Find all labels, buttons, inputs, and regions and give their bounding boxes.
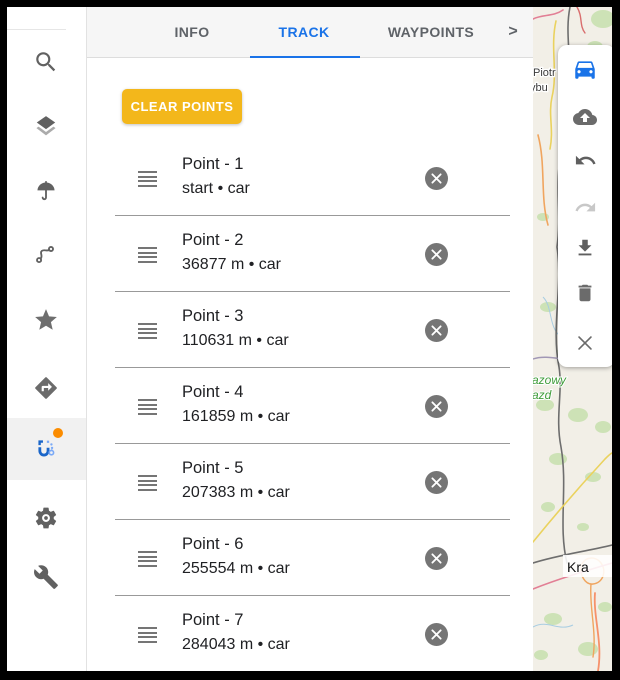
remove-point-button[interactable] [425, 319, 448, 342]
drag-handle-icon[interactable] [138, 551, 157, 569]
app-window: INFO TRACK WAYPOINTS > CLEAR POINTS Poin… [7, 7, 612, 671]
tab-info[interactable]: INFO [174, 24, 209, 40]
route-icon [33, 241, 59, 267]
map-toolbar [558, 45, 612, 367]
undo-button[interactable] [571, 146, 599, 174]
tab-track[interactable]: TRACK [279, 24, 330, 40]
close-icon [431, 401, 442, 412]
drag-handle-icon[interactable] [138, 171, 157, 189]
drag-handle-icon[interactable] [138, 475, 157, 493]
point-title: Point - 7 [182, 609, 290, 632]
points-list: Point - 1 start • car Point - 2 36877 m … [87, 140, 533, 671]
point-title: Point - 6 [182, 533, 290, 556]
search-icon [33, 49, 59, 75]
list-item[interactable]: Point - 4 161859 m • car [87, 368, 533, 444]
close-icon [574, 332, 596, 354]
download-icon [574, 237, 596, 259]
point-subtitle: 255554 m • car [182, 556, 290, 582]
drag-handle-icon[interactable] [138, 323, 157, 341]
umbrella-icon [33, 179, 59, 205]
remove-point-button[interactable] [425, 547, 448, 570]
upload-button[interactable] [571, 103, 599, 131]
redo-icon [574, 196, 597, 219]
map-label-town: Piotr [533, 67, 556, 79]
notification-dot [53, 428, 63, 438]
star-icon [33, 307, 59, 333]
map-label-park: azd [533, 388, 552, 402]
sidebar [7, 7, 87, 671]
remove-point-button[interactable] [425, 243, 448, 266]
delete-track-button[interactable] [571, 279, 599, 307]
drag-handle-icon[interactable] [138, 399, 157, 417]
download-button[interactable] [571, 234, 599, 262]
directions-icon [33, 375, 59, 401]
layers-icon [33, 114, 59, 140]
remove-point-button[interactable] [425, 623, 448, 646]
point-subtitle: 36877 m • car [182, 252, 281, 278]
close-icon [431, 325, 442, 336]
point-title: Point - 5 [182, 457, 290, 480]
point-title: Point - 1 [182, 153, 250, 176]
gear-icon [33, 505, 59, 531]
drag-handle-icon[interactable] [138, 627, 157, 645]
cloud-upload-icon [573, 105, 597, 129]
point-title: Point - 4 [182, 381, 290, 404]
wrench-icon [33, 564, 59, 590]
close-icon [431, 629, 442, 640]
close-icon [431, 173, 442, 184]
list-item[interactable]: Point - 5 207383 m • car [87, 444, 533, 520]
track-panel: INFO TRACK WAYPOINTS > CLEAR POINTS Poin… [87, 7, 533, 671]
map-label-city: Kra [567, 559, 589, 575]
sidebar-divider [7, 29, 66, 30]
map-label-town: ybu [533, 82, 548, 94]
drag-handle-icon[interactable] [138, 247, 157, 265]
track-tab-content: CLEAR POINTS Point - 1 start • car [87, 58, 533, 670]
sidebar-item-layers[interactable] [22, 103, 70, 151]
close-icon [431, 477, 442, 488]
screenshot-frame: INFO TRACK WAYPOINTS > CLEAR POINTS Poin… [0, 0, 620, 680]
travel-mode-car-button[interactable] [571, 55, 599, 83]
list-item[interactable]: Point - 6 255554 m • car [87, 520, 533, 596]
list-item[interactable]: Point - 2 36877 m • car [87, 216, 533, 292]
remove-point-button[interactable] [425, 395, 448, 418]
sidebar-item-weather[interactable] [22, 168, 70, 216]
clear-points-button[interactable]: CLEAR POINTS [122, 89, 242, 124]
list-item[interactable]: Point - 3 110631 m • car [87, 292, 533, 368]
sidebar-item-route[interactable] [22, 230, 70, 278]
list-item[interactable]: Point - 7 284043 m • car [87, 596, 533, 671]
point-subtitle: start • car [182, 176, 250, 202]
tabs-overflow-chevron-icon[interactable]: > [508, 23, 517, 41]
undo-icon [574, 149, 597, 172]
point-subtitle: 161859 m • car [182, 404, 290, 430]
sidebar-item-favorites[interactable] [22, 296, 70, 344]
tab-waypoints[interactable]: WAYPOINTS [388, 24, 474, 40]
track-editor-icon [33, 435, 59, 461]
sidebar-item-utilities[interactable] [22, 553, 70, 601]
car-icon [572, 56, 598, 82]
trash-icon [574, 282, 596, 304]
point-subtitle: 284043 m • car [182, 632, 290, 658]
map-label-park: azowy [533, 373, 567, 387]
close-icon [431, 553, 442, 564]
point-title: Point - 2 [182, 229, 281, 252]
list-item[interactable]: Point - 1 start • car [87, 140, 533, 216]
point-title: Point - 3 [182, 305, 289, 328]
point-subtitle: 207383 m • car [182, 480, 290, 506]
sidebar-item-search[interactable] [22, 38, 70, 86]
close-icon [431, 249, 442, 260]
redo-button[interactable] [571, 193, 599, 221]
close-toolbar-button[interactable] [571, 329, 599, 357]
point-subtitle: 110631 m • car [182, 328, 289, 354]
remove-point-button[interactable] [425, 471, 448, 494]
sidebar-item-directions[interactable] [22, 364, 70, 412]
tab-bar: INFO TRACK WAYPOINTS > [87, 7, 533, 58]
remove-point-button[interactable] [425, 167, 448, 190]
sidebar-item-settings[interactable] [22, 494, 70, 542]
